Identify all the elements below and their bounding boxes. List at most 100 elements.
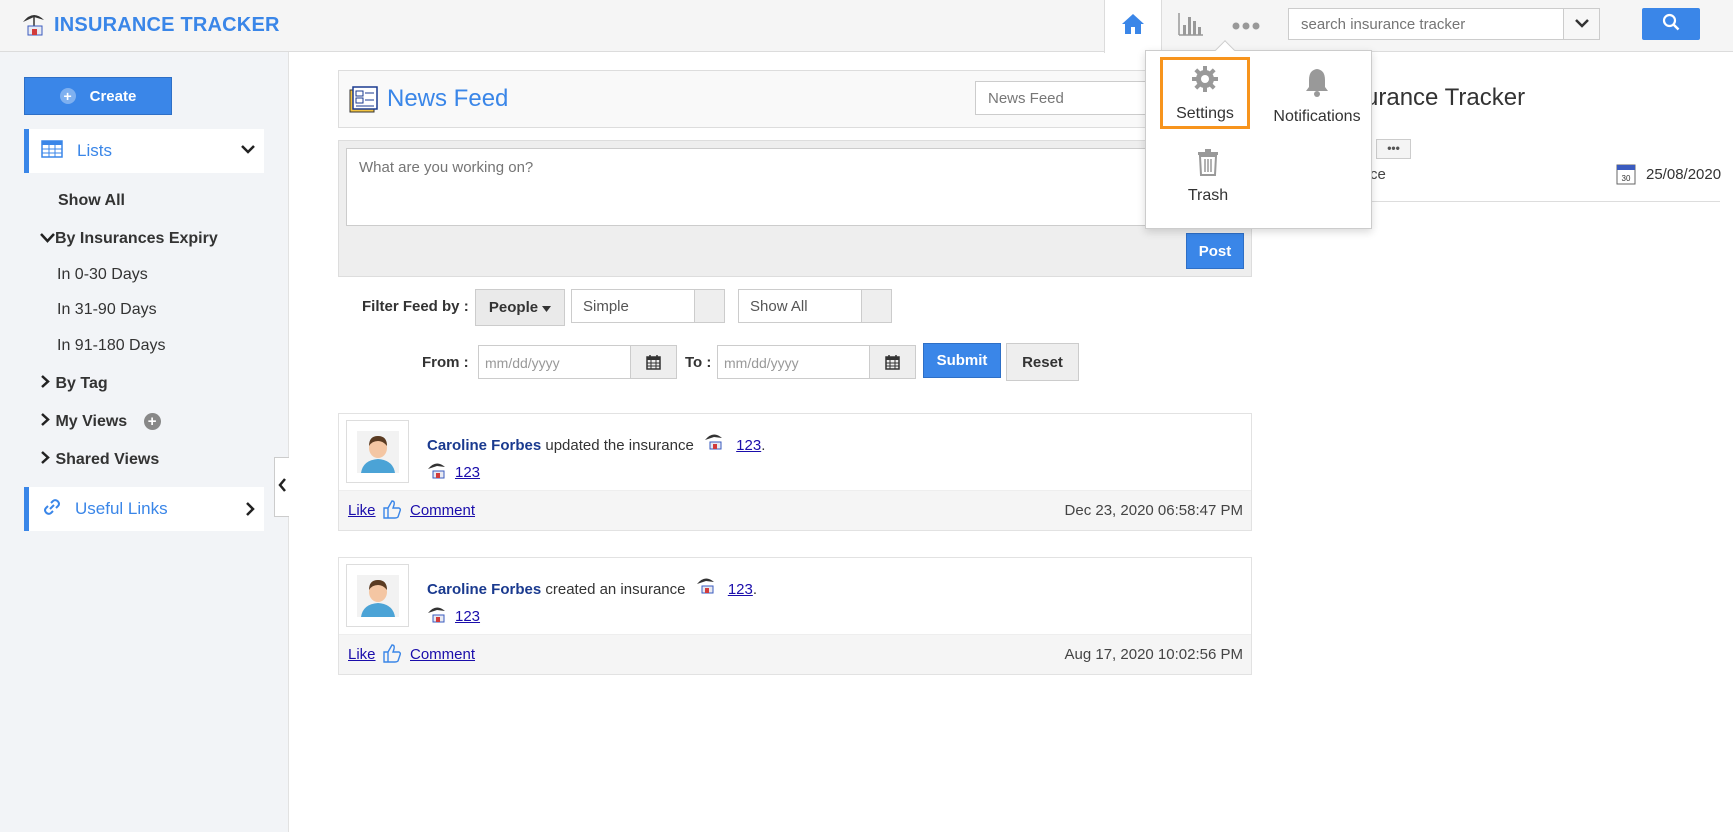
post-record-link[interactable]: 123 bbox=[455, 464, 480, 481]
menu-item-settings[interactable]: Settings bbox=[1160, 57, 1250, 129]
people-filter-button[interactable]: People bbox=[475, 289, 565, 326]
sidebar-item-expiry-0-30[interactable]: In 0-30 Days bbox=[57, 266, 148, 284]
sidebar: + Create Lists Show All By Insurances Ex… bbox=[0, 52, 289, 832]
post-record-link[interactable]: 123 bbox=[455, 608, 480, 625]
search-box bbox=[1288, 8, 1600, 40]
simple-select[interactable]: Simple bbox=[571, 289, 725, 323]
caret-down-icon bbox=[542, 299, 552, 316]
my-views-label: My Views bbox=[55, 413, 128, 430]
news-feed-header: News Feed News Feed bbox=[338, 70, 1252, 128]
insurance-icon bbox=[704, 434, 724, 454]
calendar-icon[interactable] bbox=[869, 346, 915, 378]
status-input[interactable] bbox=[346, 148, 1244, 226]
show-all-select[interactable]: Show All bbox=[738, 289, 892, 323]
home-icon bbox=[1120, 12, 1146, 41]
plus-icon: + bbox=[59, 88, 76, 104]
create-button[interactable]: + Create bbox=[24, 77, 172, 115]
submit-button[interactable]: Submit bbox=[923, 343, 1001, 378]
post-user-link[interactable]: Caroline Forbes bbox=[427, 437, 541, 454]
post-sub: 123 bbox=[427, 461, 480, 483]
like-link[interactable]: Like bbox=[348, 646, 376, 663]
reports-button[interactable] bbox=[1162, 0, 1218, 52]
post-timestamp: Aug 17, 2020 10:02:56 PM bbox=[1064, 646, 1243, 663]
post-punct: . bbox=[752, 581, 758, 598]
search-button[interactable] bbox=[1642, 8, 1700, 40]
sidebar-useful-links-header[interactable]: Useful Links bbox=[24, 487, 264, 531]
add-view-icon[interactable]: + bbox=[143, 413, 161, 431]
calendar-icon[interactable] bbox=[630, 346, 676, 378]
comment-link[interactable]: Comment bbox=[410, 646, 475, 663]
menu-item-trash[interactable]: Trash bbox=[1163, 140, 1253, 212]
people-label: People bbox=[488, 299, 539, 316]
more-menu: Settings Notifications Trash bbox=[1145, 40, 1372, 229]
more-icon bbox=[1232, 17, 1260, 35]
from-label: From : bbox=[422, 354, 469, 371]
useful-links-label: Useful Links bbox=[75, 499, 168, 518]
to-date-input[interactable]: mm/dd/yyyy bbox=[717, 345, 916, 379]
comment-link[interactable]: Comment bbox=[410, 502, 475, 519]
post-sub: 123 bbox=[427, 605, 480, 627]
show-all-value: Show All bbox=[750, 298, 808, 315]
sidebar-item-by-tag[interactable]: By Tag bbox=[40, 375, 108, 393]
collapse-sidebar-button[interactable] bbox=[274, 457, 289, 517]
sidebar-item-shared-views[interactable]: Shared Views bbox=[40, 451, 159, 469]
top-bar: INSURANCE TRACKER bbox=[0, 0, 1733, 53]
umbrella-house-logo-icon bbox=[20, 9, 48, 42]
simple-value: Simple bbox=[583, 298, 629, 315]
like-link[interactable]: Like bbox=[348, 502, 376, 519]
trash-icon bbox=[1196, 148, 1220, 181]
post-item-link[interactable]: 123 bbox=[736, 437, 761, 454]
search-scope-dropdown[interactable] bbox=[1563, 9, 1599, 39]
insurance-icon bbox=[427, 605, 447, 627]
chart-icon bbox=[1176, 11, 1204, 42]
lists-label: Lists bbox=[77, 141, 112, 160]
post-footer: Like Comment Dec 23, 2020 06:58:47 PM bbox=[339, 490, 1251, 530]
sidebar-lists-header[interactable]: Lists bbox=[24, 129, 264, 173]
page-title: News Feed bbox=[387, 85, 509, 112]
reset-button[interactable]: Reset bbox=[1006, 343, 1079, 381]
avatar[interactable] bbox=[346, 564, 409, 627]
divider bbox=[1340, 201, 1720, 202]
calendar-icon: 30 bbox=[1616, 163, 1636, 190]
post-button[interactable]: Post bbox=[1186, 233, 1244, 269]
chevron-right-icon bbox=[245, 502, 256, 521]
news-feed-icon bbox=[349, 86, 379, 119]
table-icon bbox=[41, 139, 63, 163]
home-button[interactable] bbox=[1104, 0, 1162, 53]
insurance-icon bbox=[427, 461, 447, 483]
thumbs-up-icon[interactable] bbox=[382, 500, 402, 523]
menu-item-notifications[interactable]: Notifications bbox=[1265, 60, 1369, 132]
right-panel-row-text: ce bbox=[1370, 166, 1386, 183]
from-date-placeholder: mm/dd/yyyy bbox=[485, 355, 560, 371]
sidebar-item-by-expiry[interactable]: By Insurances Expiry bbox=[40, 230, 218, 248]
from-date-input[interactable]: mm/dd/yyyy bbox=[478, 345, 677, 379]
search-input[interactable] bbox=[1289, 9, 1557, 39]
trash-label: Trash bbox=[1187, 186, 1229, 204]
app-logo[interactable]: INSURANCE TRACKER bbox=[20, 9, 280, 42]
sidebar-item-expiry-31-90[interactable]: In 31-90 Days bbox=[57, 301, 157, 319]
by-tag-label: By Tag bbox=[55, 375, 108, 392]
link-icon bbox=[43, 498, 61, 521]
avatar[interactable] bbox=[346, 420, 409, 483]
feed-post: Caroline Forbes updated the insurance 12… bbox=[338, 413, 1252, 531]
chevron-right-icon bbox=[40, 413, 51, 430]
select-arrow bbox=[861, 290, 891, 322]
sidebar-item-expiry-91-180[interactable]: In 91-180 Days bbox=[57, 337, 166, 355]
post-timestamp: Dec 23, 2020 06:58:47 PM bbox=[1064, 502, 1243, 519]
chevron-down-icon bbox=[1574, 15, 1589, 33]
to-label: To : bbox=[685, 354, 712, 371]
right-panel-date: 25/08/2020 bbox=[1646, 166, 1722, 183]
post-action: updated the insurance bbox=[545, 437, 694, 454]
sidebar-item-show-all[interactable]: Show All bbox=[58, 192, 125, 210]
filter-feed-label: Filter Feed by : bbox=[362, 298, 469, 315]
sidebar-item-my-views[interactable]: My Views + bbox=[40, 413, 161, 431]
create-label: Create bbox=[89, 87, 137, 105]
gear-icon bbox=[1190, 64, 1220, 99]
post-user-link[interactable]: Caroline Forbes bbox=[427, 581, 541, 598]
post-footer: Like Comment Aug 17, 2020 10:02:56 PM bbox=[339, 634, 1251, 674]
right-panel-more-button[interactable]: ••• bbox=[1376, 139, 1411, 159]
thumbs-up-icon[interactable] bbox=[382, 644, 402, 667]
chevron-down-icon[interactable] bbox=[240, 142, 256, 160]
chevron-left-icon bbox=[277, 477, 287, 497]
post-item-link[interactable]: 123 bbox=[728, 581, 753, 598]
